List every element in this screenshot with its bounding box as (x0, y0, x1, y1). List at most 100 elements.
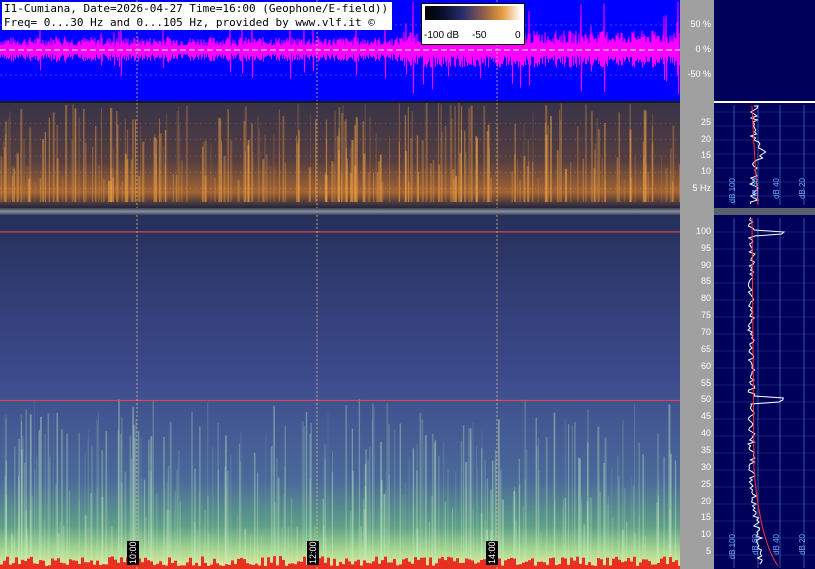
high-spectrogram-low-band-141 (141, 562, 144, 569)
high-spectrogram-streak-256 (283, 493, 285, 569)
high-spectrogram-streak-85 (332, 451, 334, 569)
low-spectrogram-streak-60 (514, 124, 516, 202)
low-spectrogram-streak-244 (112, 177, 115, 202)
high-spectrogram-streak-144 (369, 446, 371, 569)
low-spectrogram-streak-240 (252, 151, 254, 202)
high-spectrogram-streak-265 (447, 469, 449, 569)
high-spectrogram-low-band-390 (390, 562, 393, 569)
low-spectrogram-streak-3 (430, 163, 433, 202)
low-spectrogram-streak-160 (72, 104, 74, 202)
high-spectrogram-low-band-651 (651, 564, 654, 569)
high-spectrogram-streak-217 (124, 471, 127, 569)
high-spectrogram-low-band-669 (669, 556, 672, 569)
low-spectrogram-streak-235 (48, 117, 50, 202)
high-spectrogram-low-band-606 (606, 557, 609, 569)
high-spectrogram-low-band-348 (348, 561, 351, 569)
low-spectrogram-streak-13 (618, 112, 620, 202)
low-spectrogram-streak-184 (166, 113, 168, 202)
high-spectrogram-streak-185 (49, 456, 51, 569)
low-spectrogram-streak-6 (661, 155, 663, 202)
high-spectrogram-streak-266 (622, 420, 624, 569)
high-spectrogram-streak-235 (604, 437, 607, 569)
low-spectrogram-streak-252 (244, 106, 247, 202)
high-spectrogram-streak-120 (467, 427, 470, 569)
high-spectrogram-low-band-414 (414, 557, 417, 569)
low-spectrogram-streak-27 (138, 175, 141, 202)
high-spectrogram-streak-89 (276, 458, 278, 569)
high-spectrogram-low-band-360 (360, 565, 363, 569)
low-spectrogram-streak-259 (470, 105, 473, 202)
low-spectrogram-streak-191 (339, 131, 340, 202)
high-spectrogram-low-band-672 (672, 561, 675, 569)
high-spectrogram-low-band-453 (453, 561, 456, 569)
high-spectrogram-streak-11 (303, 425, 305, 569)
high-spectrogram-streak-213 (513, 491, 516, 569)
low-spectrogram-streak-234 (444, 125, 447, 202)
low-spectrogram-streak-176 (375, 133, 377, 202)
high-spectrogram-streak-251 (62, 525, 65, 569)
low-spectrogram-streak-228 (460, 129, 463, 202)
high-spectrogram-low-band-363 (363, 560, 366, 569)
high-spectrogram-low-band-612 (612, 558, 615, 569)
high-spectrogram-streak-105 (277, 477, 280, 569)
high-spectrogram-low-band-93 (93, 564, 96, 569)
high-spectrogram-streak-151 (580, 497, 582, 569)
high-spectrogram-streak-215 (412, 448, 415, 569)
high-spectrogram-low-band-561 (561, 557, 564, 569)
low-spectrogram-streak-142 (20, 108, 23, 202)
side-low-xlabel-3: dB 40 (772, 178, 781, 199)
high-spectrogram-streak-146 (579, 458, 581, 569)
high-spectrogram-streak-150 (545, 436, 548, 569)
high-spectrogram-streak-207 (34, 469, 36, 569)
high-spectrogram-streak-21 (270, 446, 273, 569)
low-spectrogram-streak-141 (634, 156, 636, 202)
high-spectrogram-low-band-504 (504, 560, 507, 569)
color-scale-legend: -100 dB -50 0 (421, 3, 525, 45)
side-low-xlabel-2: dB 60 (751, 178, 760, 199)
low-spectrogram-streak-238 (95, 125, 97, 202)
low-spectrogram-streak-2 (210, 144, 212, 202)
high-spectrogram-low-band-339 (339, 561, 342, 569)
low-spectrogram-streak-256 (298, 130, 300, 202)
high-spectrogram-low-band-543 (543, 562, 546, 569)
low-spectrogram-streak-248 (532, 111, 534, 202)
high-spectrogram-low-band-195 (195, 562, 198, 569)
high-spectrogram-low-band-279 (279, 556, 282, 569)
low-spectrogram-streak-55 (134, 119, 137, 202)
low-spectrogram-streak-34 (389, 136, 391, 202)
high-spectrogram-low-band-354 (354, 561, 357, 569)
low-spectrogram-streak-229 (333, 163, 335, 202)
high-spectrogram-low-band-375 (375, 556, 378, 569)
low-spectrogram-streak-153 (324, 173, 327, 202)
side-high-xlabel-4: dB 20 (798, 534, 807, 555)
low-spectrogram-streak-156 (278, 109, 280, 202)
side-high-xlabel-3: dB 40 (772, 534, 781, 555)
high-spectrogram-streak-277 (465, 462, 468, 569)
high-spectrogram-low-band-75 (75, 560, 78, 569)
low-spectrogram-streak-178 (577, 126, 579, 202)
low-spectrogram-streak-163 (219, 118, 222, 202)
high-spectrogram-streak-57 (424, 435, 427, 569)
high-spectrogram-low-band-291 (291, 563, 294, 569)
high-spectrogram-low-band-246 (246, 563, 249, 569)
high-spectrogram-low-band-117 (117, 562, 120, 569)
high-spectrogram-low-band-231 (231, 560, 234, 569)
high-spectrogram-streak-159 (55, 484, 57, 569)
high-spectrogram-low-band-540 (540, 561, 543, 569)
low-spectrogram-streak-183 (92, 146, 94, 202)
high-spectrogram-low-band-120 (120, 557, 123, 569)
high-spectrogram-low-band-597 (597, 558, 600, 569)
high-spectrogram-low-band-342 (342, 564, 345, 569)
high-spectrogram-low-band-648 (648, 561, 651, 569)
high-spectrogram-streak-216 (148, 439, 150, 569)
low-spectrogram-streak-249 (340, 173, 342, 202)
high-spectrogram-streak-250 (198, 489, 200, 569)
high-spectrogram-low-band-228 (228, 564, 231, 569)
high-spectrogram-streak-32 (24, 463, 26, 569)
low-spectrogram-streak-19 (560, 119, 561, 202)
high-spectrogram-low-band-399 (399, 564, 402, 569)
high-spectrogram-low-band-3 (3, 560, 6, 569)
high-spectrogram-streak-179 (535, 417, 537, 569)
low-spectrogram-streak-237 (398, 141, 400, 202)
high-spectrogram-streak-102 (617, 456, 619, 569)
